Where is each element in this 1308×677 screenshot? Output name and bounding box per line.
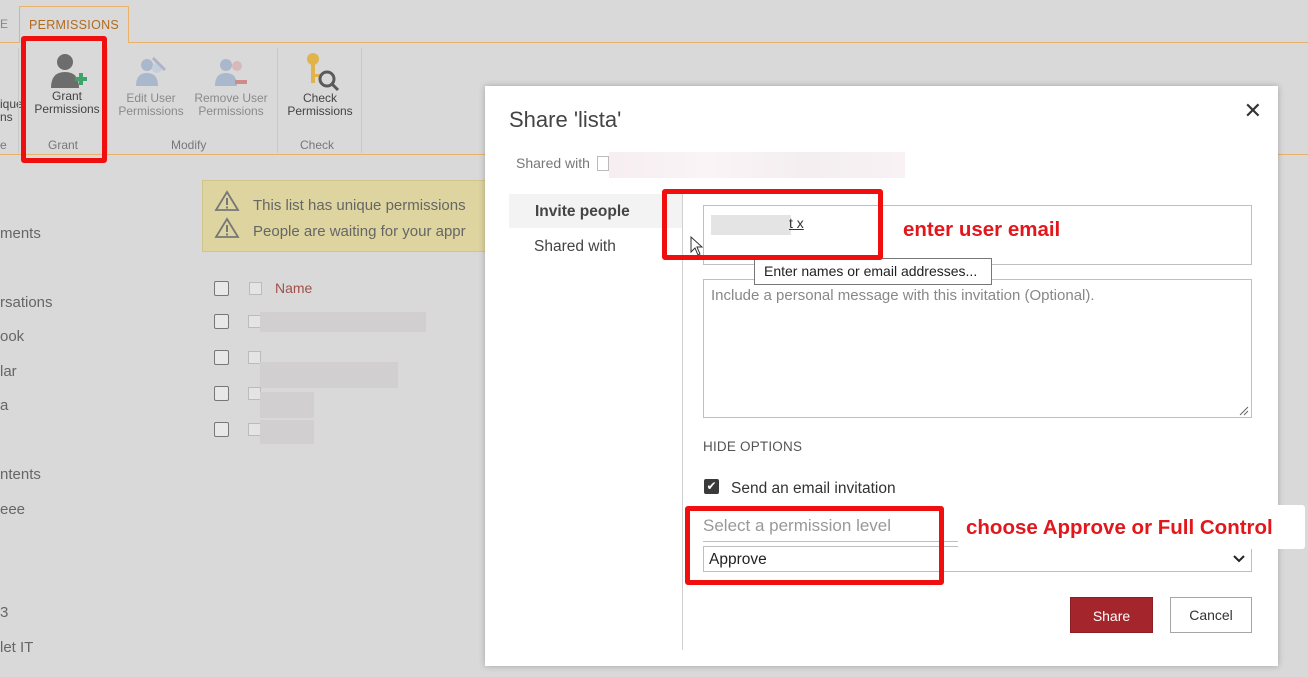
ribbon-group-partial: e (0, 138, 7, 152)
nav-item[interactable]: lar (0, 363, 17, 380)
notice-line-waiting[interactable]: People are waiting for your appr (253, 223, 466, 240)
annotation-box-grant (21, 36, 107, 163)
share-button[interactable]: Share (1070, 597, 1153, 633)
message-placeholder: Include a personal message with this inv… (711, 287, 1095, 304)
send-email-label: Send an email invitation (731, 480, 896, 497)
redacted-name (260, 420, 314, 444)
nav-item[interactable]: ook (0, 328, 24, 345)
ribbon-separator (277, 48, 278, 153)
tab-shared-with[interactable]: Shared with (534, 238, 616, 256)
ribbon-tab-previous[interactable]: E (0, 17, 8, 31)
nav-item[interactable]: eee (0, 501, 25, 518)
nav-item[interactable]: rsations (0, 294, 53, 311)
ribbon-group-check: Check (300, 138, 335, 152)
redacted-shared-list (609, 152, 905, 178)
edit-user-permissions-label-2: Permissions (118, 104, 184, 118)
remove-user-permissions-button[interactable]: Remove User Permissions (190, 52, 272, 118)
ribbon-separator (361, 48, 362, 153)
column-header-name[interactable]: Name (275, 280, 312, 296)
warning-icon (214, 217, 240, 238)
tab-invite-people[interactable]: Invite people (535, 203, 630, 221)
header-checkbox[interactable] (249, 282, 262, 295)
close-icon[interactable]: ✕ (1244, 98, 1262, 124)
people-picker-tooltip: Enter names or email addresses... (754, 258, 992, 285)
partial-button-label-2: ns (0, 110, 13, 124)
ribbon-separator (18, 48, 19, 153)
resize-handle-icon[interactable] (1239, 406, 1249, 416)
row-checkbox[interactable] (214, 386, 229, 401)
cancel-button[interactable]: Cancel (1170, 597, 1252, 633)
row-checkbox[interactable] (214, 350, 229, 365)
edit-user-permissions-button[interactable]: Edit User Permissions (114, 52, 188, 118)
send-email-checkbox[interactable]: ✔ (704, 479, 719, 494)
check-permissions-label-2: Permissions (287, 104, 353, 118)
unique-permissions-notice (202, 180, 504, 252)
annotation-box-permission (685, 506, 944, 585)
ribbon-separator (107, 48, 108, 153)
row-checkbox[interactable] (214, 422, 229, 437)
nav-item[interactable]: ments (0, 225, 41, 242)
select-all-checkbox[interactable] (214, 281, 229, 296)
remove-user-permissions-icon (215, 59, 247, 86)
annotation-permission: choose Approve or Full Control (966, 516, 1273, 539)
redacted-name (260, 392, 314, 418)
warning-icon (214, 190, 240, 211)
ribbon-tab-bar (0, 0, 1308, 43)
nav-item[interactable]: let IT (0, 639, 33, 656)
chevron-down-icon[interactable] (1233, 555, 1245, 563)
dialog-title: Share 'lista' (509, 107, 622, 132)
shared-with-avatar (597, 156, 609, 171)
nav-item[interactable]: ntents (0, 466, 41, 483)
remove-user-permissions-label-2: Permissions (198, 104, 264, 118)
redacted-name (260, 362, 398, 388)
nav-item[interactable]: 3 (0, 604, 8, 621)
row-checkbox[interactable] (214, 314, 229, 329)
annotation-box-email (662, 189, 883, 260)
shared-with-summary[interactable]: Shared with (516, 155, 590, 171)
nav-item[interactable]: a (0, 397, 8, 414)
ribbon-partial-button[interactable]: ique ns (0, 98, 23, 124)
ribbon-group-modify: Modify (171, 138, 207, 152)
annotation-email: enter user email (903, 218, 1061, 241)
edit-user-permissions-icon (136, 56, 167, 86)
hide-options-link[interactable]: HIDE OPTIONS (703, 439, 802, 454)
redacted-name (260, 312, 426, 332)
dialog-divider (682, 194, 683, 650)
check-permissions-icon (307, 53, 340, 92)
check-permissions-button[interactable]: Check Permissions (282, 52, 358, 118)
notice-line-unique: This list has unique permissions (253, 197, 466, 214)
